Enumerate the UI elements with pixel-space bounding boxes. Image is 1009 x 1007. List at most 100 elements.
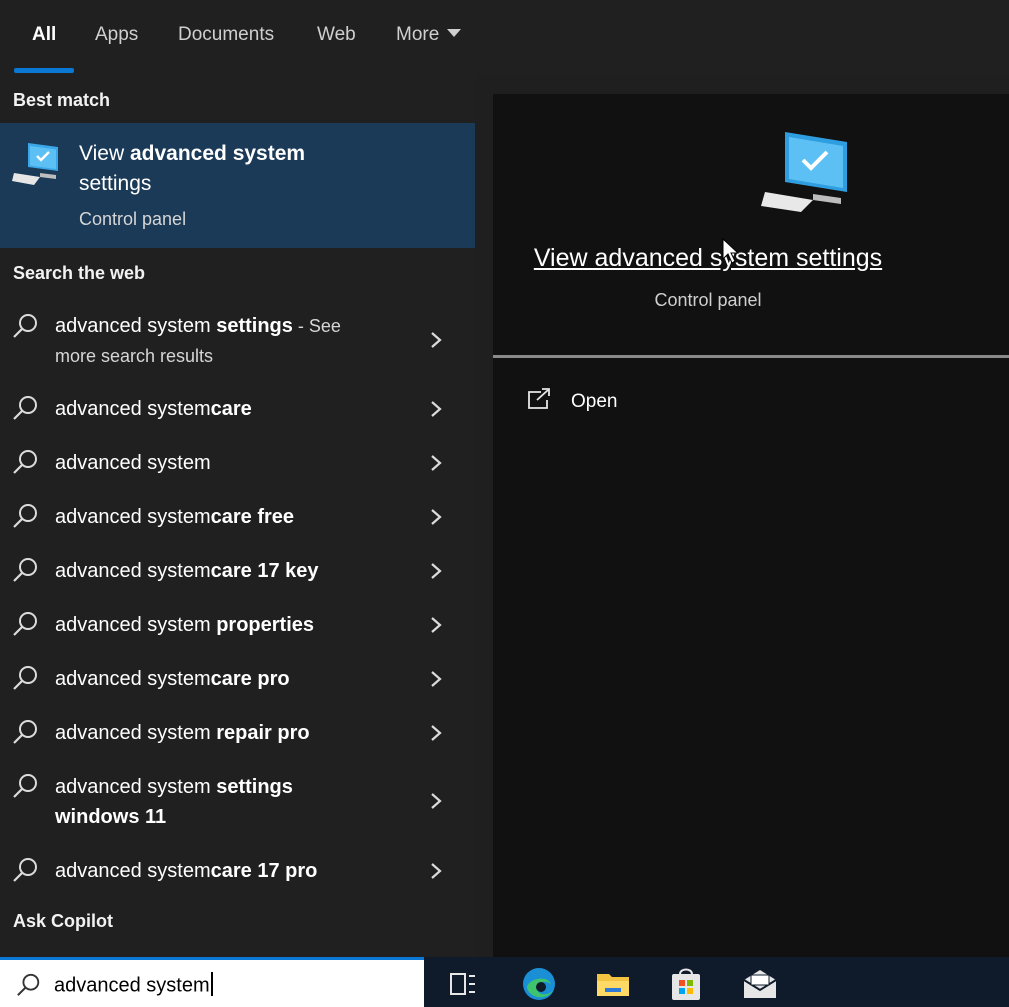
web-suggestion-extra: - See xyxy=(292,316,341,336)
web-suggestion[interactable]: advanced systemcare free xyxy=(0,502,475,532)
text-caret xyxy=(210,972,213,996)
web-suggestion[interactable]: advanced system repair pro xyxy=(0,718,475,748)
preview-pane: View advanced system settings Control pa… xyxy=(493,94,1009,957)
computer-monitor-icon xyxy=(12,143,58,185)
web-suggestion[interactable]: advanced systemcare pro xyxy=(0,664,475,694)
web-suggestion-bold: care free xyxy=(210,506,295,528)
web-suggestion-bold: settings xyxy=(216,776,293,798)
best-match-item[interactable]: View advanced system settings Control pan… xyxy=(0,123,475,248)
computer-monitor-icon xyxy=(761,132,847,212)
web-suggestion-plain: advanced system xyxy=(55,668,211,690)
mouse-pointer-icon xyxy=(722,238,740,264)
web-suggestion-text: advanced system repair pro xyxy=(55,718,310,748)
web-suggestion-plain: advanced system xyxy=(55,506,211,528)
taskbar-search-box[interactable]: advanced system xyxy=(0,957,424,1007)
search-tabs-bar: All Apps Documents Web More xyxy=(0,0,1009,74)
preview-subtitle: Control panel xyxy=(654,290,762,310)
web-suggestion[interactable]: advanced system settings windows 11 xyxy=(0,772,475,832)
search-input-value: advanced system xyxy=(54,974,210,997)
tab-more-label: More xyxy=(396,24,440,45)
web-suggestion-plain: advanced system xyxy=(55,398,211,420)
web-suggestion-text: advanced systemcare 17 pro xyxy=(55,856,317,886)
search-icon xyxy=(13,504,37,528)
web-suggestion[interactable]: advanced system xyxy=(0,448,475,478)
chevron-right-icon xyxy=(431,455,442,471)
chevron-right-icon xyxy=(431,563,442,579)
open-action[interactable]: Open xyxy=(523,384,723,420)
chevron-right-icon xyxy=(431,509,442,525)
search-icon xyxy=(13,396,37,420)
file-explorer-icon[interactable] xyxy=(595,966,631,1002)
web-suggestion-bold: care 17 pro xyxy=(210,860,318,882)
best-match-heading: Best match xyxy=(13,90,111,110)
preview-title-link[interactable]: View advanced system settings xyxy=(397,244,1009,273)
web-suggestion-bold: care 17 key xyxy=(210,560,319,582)
web-suggestion-bold: care xyxy=(210,398,252,420)
chevron-right-icon xyxy=(431,725,442,741)
search-icon xyxy=(13,858,37,882)
open-external-icon xyxy=(528,388,550,409)
web-suggestion[interactable]: advanced system settings - See more searc… xyxy=(0,310,475,372)
web-suggestion[interactable]: advanced systemcare xyxy=(0,394,475,424)
web-suggestion-text: advanced system properties xyxy=(55,610,314,640)
mail-icon[interactable] xyxy=(742,966,778,1002)
best-match-title-bold: advanced system xyxy=(129,142,306,165)
open-action-label: Open xyxy=(571,391,618,412)
chevron-right-icon xyxy=(431,671,442,687)
search-icon xyxy=(13,314,37,338)
web-suggestion-plain: advanced system xyxy=(55,722,217,744)
web-suggestion-plain: advanced system xyxy=(55,315,217,337)
web-suggestion-line2: more search results xyxy=(55,346,214,366)
web-suggestion-bold: care pro xyxy=(210,668,290,690)
web-suggestion-plain: advanced system xyxy=(55,860,211,882)
search-icon xyxy=(13,558,37,582)
web-suggestion-text: advanced systemcare free xyxy=(55,502,294,532)
chevron-right-icon xyxy=(431,793,442,809)
chevron-right-icon xyxy=(431,332,442,348)
best-match-title-rest: settings xyxy=(79,172,152,195)
tab-all[interactable]: All xyxy=(32,24,56,46)
web-suggestion-text: advanced systemcare xyxy=(55,394,252,424)
chevron-right-icon xyxy=(431,401,442,417)
search-input[interactable]: advanced system xyxy=(54,972,213,998)
task-view-icon[interactable] xyxy=(444,966,480,1002)
best-match-subtitle: Control panel xyxy=(79,209,187,229)
web-suggestion-text: advanced system xyxy=(55,448,211,478)
web-suggestion-plain: advanced system xyxy=(55,614,217,636)
web-suggestion[interactable]: advanced systemcare 17 key xyxy=(0,556,475,586)
edge-icon[interactable] xyxy=(521,966,557,1002)
web-suggestion-text: advanced systemcare pro xyxy=(55,664,290,694)
search-web-heading: Search the web xyxy=(13,263,146,283)
web-suggestion[interactable]: advanced systemcare 17 pro xyxy=(0,856,475,886)
preview-divider xyxy=(493,355,1009,358)
web-suggestion-bold: repair pro xyxy=(216,722,310,744)
search-icon xyxy=(13,450,37,474)
web-suggestion-text: advanced systemcare 17 key xyxy=(55,556,319,586)
search-icon xyxy=(13,612,37,636)
web-suggestion[interactable]: advanced system properties xyxy=(0,610,475,640)
active-tab-indicator xyxy=(14,68,74,73)
tab-web[interactable]: Web xyxy=(317,24,356,46)
chevron-down-icon xyxy=(447,28,462,37)
tab-apps[interactable]: Apps xyxy=(95,24,138,46)
chevron-right-icon xyxy=(431,617,442,633)
store-icon[interactable] xyxy=(668,966,704,1002)
search-icon xyxy=(13,774,37,798)
search-icon xyxy=(13,666,37,690)
ask-copilot-heading[interactable]: Ask Copilot xyxy=(13,911,113,932)
best-match-title-plain: View xyxy=(79,142,130,165)
web-suggestion-text: advanced system settings windows 11 xyxy=(55,772,293,832)
web-suggestion-bold: properties xyxy=(216,614,315,636)
tab-more[interactable]: More xyxy=(396,24,462,46)
web-suggestion-plain: advanced system xyxy=(55,452,211,474)
best-match-title: View advanced system settings xyxy=(79,139,379,199)
chevron-right-icon xyxy=(431,863,442,879)
results-pane: Best match View advanced system settings … xyxy=(0,74,475,957)
web-suggestion-line2: windows 11 xyxy=(55,806,167,828)
tab-documents[interactable]: Documents xyxy=(178,24,274,46)
search-icon xyxy=(13,720,37,744)
web-suggestion-text: advanced system settings - See more searc… xyxy=(55,311,341,371)
web-suggestion-bold: settings xyxy=(216,315,293,337)
web-suggestion-plain: advanced system xyxy=(55,560,211,582)
web-suggestion-plain: advanced system xyxy=(55,776,217,798)
